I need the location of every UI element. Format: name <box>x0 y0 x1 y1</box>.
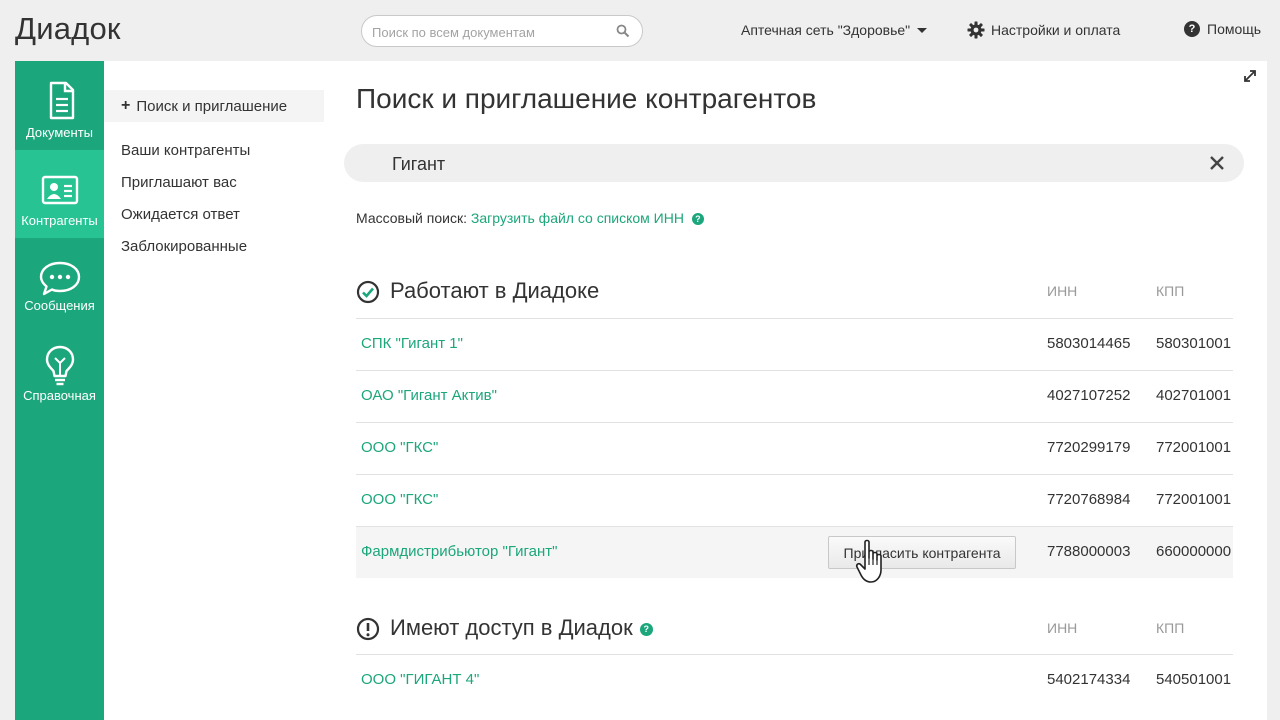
contractor-name-link[interactable]: ОАО "Гигант Актив" <box>361 387 497 404</box>
chevron-down-icon <box>917 27 928 33</box>
mass-search-label: Массовый поиск: <box>356 210 467 226</box>
inn-value: 4027107252 <box>1047 387 1131 404</box>
gear-icon <box>967 21 985 39</box>
warning-circle-icon <box>356 617 380 641</box>
section-header-have-access: Имеют доступ в Диадок? ИНН КПП <box>356 615 1233 643</box>
subnav-primary-label: Поиск и приглашение <box>136 97 288 115</box>
search-input[interactable] <box>372 22 602 42</box>
nav-label: Документы <box>25 125 93 140</box>
inn-value: 5803014465 <box>1047 335 1131 352</box>
search-icon[interactable] <box>616 24 630 38</box>
table-row: ОАО "Гигант Актив" 4027107252 402701001 <box>356 370 1233 422</box>
help-label: Помощь <box>1207 21 1262 37</box>
sub-nav: + Поиск и приглашение Ваши контрагенты П… <box>104 61 324 720</box>
kpp-value: 540501001 <box>1156 671 1232 688</box>
section-title: Имеют доступ в Диадок? <box>390 615 653 641</box>
contact-card-icon <box>41 175 78 205</box>
contractor-name-link[interactable]: ООО "ГКС" <box>361 439 438 456</box>
chat-bubble-icon <box>39 261 80 296</box>
organization-dropdown[interactable]: Аптечная сеть "Здоровье" <box>741 22 928 38</box>
nav-item-contractors[interactable]: Контрагенты <box>15 150 104 238</box>
inn-value: 7720299179 <box>1047 439 1131 456</box>
nav-label: Сообщения <box>24 298 95 313</box>
plus-icon: + <box>121 97 131 114</box>
document-icon <box>49 81 74 120</box>
table-row: ООО "ГКС" 7720768984 772001001 <box>356 474 1233 526</box>
top-bar: Диадок Аптечная сеть "Здоровье" <box>0 0 1280 61</box>
kpp-value: 772001001 <box>1156 491 1232 508</box>
section-title: Работают в Диадоке <box>390 278 600 303</box>
subnav-item-your-contractors[interactable]: Ваши контрагенты <box>121 142 250 159</box>
contractor-search[interactable] <box>344 144 1244 182</box>
upload-inn-file-link[interactable]: Загрузить файл со списком ИНН <box>471 210 684 226</box>
subnav-item-awaiting-response[interactable]: Ожидается ответ <box>121 206 240 223</box>
settings-label: Настройки и оплата <box>991 22 1121 38</box>
nav-item-documents[interactable]: Документы <box>15 61 104 149</box>
column-header-kpp: КПП <box>1156 283 1185 299</box>
table-row-hovered[interactable]: Фармдистрибьютор "Гигант" Пригласить кон… <box>356 526 1233 578</box>
contractor-name-link[interactable]: ООО "ГКС" <box>361 491 438 508</box>
close-icon[interactable] <box>1208 154 1226 172</box>
section-title-text: Имеют доступ в Диадок <box>390 615 633 640</box>
global-search[interactable] <box>361 15 643 47</box>
kpp-value: 772001001 <box>1156 439 1232 456</box>
invite-contractor-button[interactable]: Пригласить контрагента <box>828 536 1016 569</box>
contractor-name-link[interactable]: СПК "Гигант 1" <box>361 335 463 352</box>
help-hint-icon[interactable]: ? <box>639 622 653 636</box>
nav-item-messages[interactable]: Сообщения <box>15 239 104 327</box>
help-link[interactable]: ? Помощь <box>1184 21 1261 37</box>
organization-name: Аптечная сеть "Здоровье" <box>741 22 911 38</box>
lightbulb-icon <box>45 345 74 386</box>
contractors-table: СПК "Гигант 1" 5803014465 580301001 ОАО … <box>356 318 1233 578</box>
contractor-name-link[interactable]: Фармдистрибьютор "Гигант" <box>361 543 557 560</box>
settings-link[interactable]: Настройки и оплата <box>967 21 1120 39</box>
nav-label: Контрагенты <box>21 213 98 228</box>
inn-value: 7720768984 <box>1047 491 1131 508</box>
page-title: Поиск и приглашение контрагентов <box>356 83 817 114</box>
contractor-name-link[interactable]: ООО "ГИГАНТ 4" <box>361 671 479 688</box>
kpp-value: 402701001 <box>1156 387 1232 404</box>
nav-item-reference[interactable]: Справочная <box>15 328 104 416</box>
column-header-inn: ИНН <box>1047 283 1078 299</box>
nav-label: Справочная <box>23 388 96 403</box>
app-logo[interactable]: Диадок <box>15 11 121 47</box>
kpp-value: 580301001 <box>1156 335 1232 352</box>
inn-value: 7788000003 <box>1047 543 1131 560</box>
main-nav: Документы Контрагенты Сообщения Справочн… <box>15 61 104 720</box>
help-hint-icon[interactable]: ? <box>691 213 704 225</box>
column-header-inn: ИНН <box>1047 620 1078 636</box>
column-header-kpp: КПП <box>1156 620 1185 636</box>
inn-value: 5402174334 <box>1047 671 1131 688</box>
expand-icon[interactable] <box>1243 69 1257 83</box>
table-row: ООО "ГКС" 7720299179 772001001 <box>356 422 1233 474</box>
subnav-item-invite-you[interactable]: Приглашают вас <box>121 174 237 191</box>
question-icon: ? <box>1184 21 1200 37</box>
check-circle-icon <box>356 280 380 304</box>
subnav-item-blocked[interactable]: Заблокированные <box>121 238 247 255</box>
section-header-in-diadoc: Работают в Диадоке ИНН КПП <box>356 278 1233 306</box>
access-table: ООО "ГИГАНТ 4" 5402174334 540501001 <box>356 654 1233 706</box>
subnav-item-search-invite[interactable]: + Поиск и приглашение <box>104 90 324 122</box>
table-row: ООО "ГИГАНТ 4" 5402174334 540501001 <box>356 654 1233 706</box>
main-panel: Поиск и приглашение контрагентов Массовы… <box>324 61 1267 720</box>
table-row: СПК "Гигант 1" 5803014465 580301001 <box>356 318 1233 370</box>
mass-search: Массовый поиск: Загрузить файл со списко… <box>356 210 704 226</box>
kpp-value: 660000000 <box>1156 543 1232 560</box>
contractor-search-input[interactable] <box>392 153 1172 175</box>
